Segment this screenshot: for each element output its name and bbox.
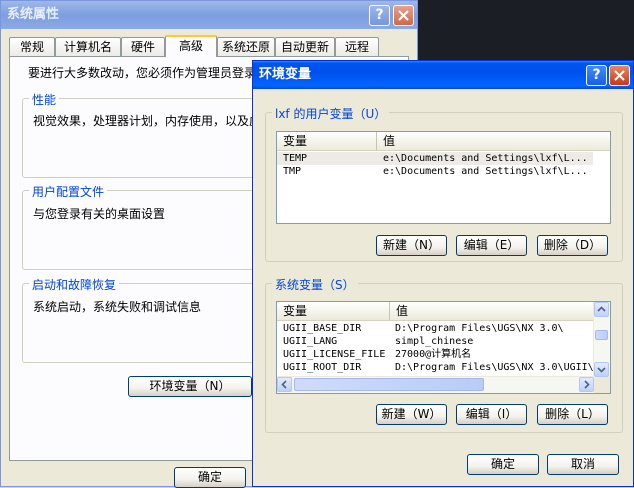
variable-value: e:\Documents and Settings\lxf\L... [383, 166, 588, 177]
dialog-title: 环境变量 [259, 67, 312, 82]
horizontal-scroll-thumb[interactable] [294, 378, 484, 391]
user-delete-button[interactable]: 删除（D） [537, 235, 608, 256]
variable-value: 27000@计算机名 [395, 349, 472, 360]
window-title: 系统属性 [7, 7, 60, 22]
scroll-right-button[interactable] [579, 377, 594, 392]
table-row[interactable]: TEMP e:\Documents and Settings\lxf\L... [277, 152, 593, 165]
close-icon [614, 70, 625, 81]
user-profiles-group-title: 用户配置文件 [29, 183, 108, 200]
tab-automatic-updates[interactable]: 自动更新 [275, 37, 335, 56]
performance-group-title: 性能 [29, 91, 60, 108]
variable-name: UGII_LANG [283, 336, 338, 347]
system-new-button[interactable]: 新建（W） [376, 404, 447, 425]
variable-value: D:\Program Files\UGS\NX 3.0\ [395, 323, 564, 334]
scroll-down-button[interactable] [594, 362, 609, 377]
column-header-variable[interactable]: 变量 [277, 302, 390, 320]
environment-variables-button[interactable]: 环境变量（N） [128, 376, 252, 397]
ok-button[interactable]: 确定 [174, 467, 246, 488]
startup-recovery-group-title: 启动和故障恢复 [29, 276, 120, 293]
variable-name: UGII_ROOT_DIR [283, 362, 362, 373]
system-edit-button[interactable]: 编辑（I） [456, 404, 527, 425]
tab-label: 计算机名 [63, 40, 112, 54]
tab-label: 自动更新 [280, 40, 329, 54]
tab-computer-name[interactable]: 计算机名 [55, 37, 121, 56]
tab-label: 高级 [178, 39, 203, 53]
user-edit-button[interactable]: 编辑（E） [456, 235, 527, 256]
variable-value: e:\Documents and Settings\lxf\L... [383, 153, 588, 164]
close-icon [398, 10, 409, 21]
performance-description: 视觉效果，处理器计划，内存使用，以及虚 [33, 114, 262, 128]
tab-general[interactable]: 常规 [9, 37, 55, 56]
table-row[interactable]: UGII_LICENSE_FILE 27000@计算机名 [277, 348, 595, 361]
variable-name: UGII_LICENSE_FILE [283, 349, 386, 360]
variable-name: TMP [283, 166, 302, 177]
variable-value: simpl_chinese [395, 336, 474, 347]
table-row[interactable]: UGII_LANG simpl_chinese [277, 335, 595, 348]
scrollbar-corner [594, 377, 610, 393]
variable-value: D:\Program Files\UGS\NX 3.0\UGII\ [395, 362, 594, 373]
user-new-button[interactable]: 新建（N） [376, 235, 447, 256]
tab-label: 硬件 [130, 40, 155, 54]
admin-notice: 要进行大多数改动，您必须作为管理员登录 [28, 66, 257, 80]
variable-name: UGII_BASE_DIR [283, 323, 362, 334]
horizontal-scrollbar[interactable] [277, 376, 594, 393]
list-header: 变量 值 [277, 132, 610, 151]
user-variables-list[interactable]: 变量 值 TEMP e:\Documents and Settings\lxf\… [276, 131, 611, 224]
tab-label: 常规 [19, 40, 44, 54]
arrow-up-icon [597, 306, 606, 312]
system-variables-label: 系统变量（S） [272, 276, 358, 293]
system-delete-button[interactable]: 删除（L） [537, 404, 608, 425]
tab-label: 系统还原 [221, 40, 270, 54]
list-header: 变量 值 [277, 302, 594, 321]
help-button[interactable]: ? [586, 65, 607, 86]
arrow-down-icon [597, 367, 606, 373]
close-button[interactable] [393, 5, 414, 26]
help-icon: ? [592, 67, 601, 83]
tab-advanced[interactable]: 高级 [165, 35, 217, 57]
tab-system-restore[interactable]: 系统还原 [217, 37, 275, 56]
cancel-button[interactable]: 取消 [547, 454, 619, 475]
help-button[interactable]: ? [369, 5, 390, 26]
close-button[interactable] [609, 65, 630, 86]
vertical-scrollbar[interactable] [593, 302, 610, 377]
vertical-scroll-thumb[interactable] [595, 330, 608, 340]
user-profiles-description: 与您登录有关的桌面设置 [33, 207, 166, 221]
column-header-variable[interactable]: 变量 [277, 132, 377, 150]
user-variables-label: lxf 的用户变量（U） [272, 105, 390, 122]
environment-variables-dialog: 环境变量 ? lxf 的用户变量（U） 变量 值 TEMP e:\Documen… [252, 60, 634, 487]
help-icon: ? [375, 7, 384, 23]
tab-remote[interactable]: 远程 [335, 37, 379, 56]
table-row[interactable]: UGII_ROOT_DIR D:\Program Files\UGS\NX 3.… [277, 361, 595, 374]
table-row[interactable]: TMP e:\Documents and Settings\lxf\L... [277, 165, 593, 178]
environment-variables-titlebar[interactable]: 环境变量 ? [253, 61, 633, 89]
arrow-left-icon [281, 380, 287, 389]
tab-hardware[interactable]: 硬件 [121, 37, 165, 56]
column-header-value[interactable]: 值 [390, 302, 596, 320]
arrow-right-icon [584, 380, 590, 389]
tab-label: 远程 [344, 40, 369, 54]
system-properties-titlebar[interactable]: 系统属性 ? [1, 1, 417, 29]
scroll-left-button[interactable] [277, 377, 292, 392]
column-header-value[interactable]: 值 [377, 132, 610, 150]
system-variables-list[interactable]: 变量 值 UGII_BASE_DIR D:\Program Files\UGS\… [276, 301, 611, 394]
variable-name: TEMP [283, 153, 308, 164]
table-row[interactable]: UGII_BASE_DIR D:\Program Files\UGS\NX 3.… [277, 322, 595, 335]
scroll-up-button[interactable] [594, 302, 609, 317]
startup-recovery-description: 系统启动，系统失败和调试信息 [33, 300, 202, 314]
ok-button[interactable]: 确定 [467, 454, 539, 475]
